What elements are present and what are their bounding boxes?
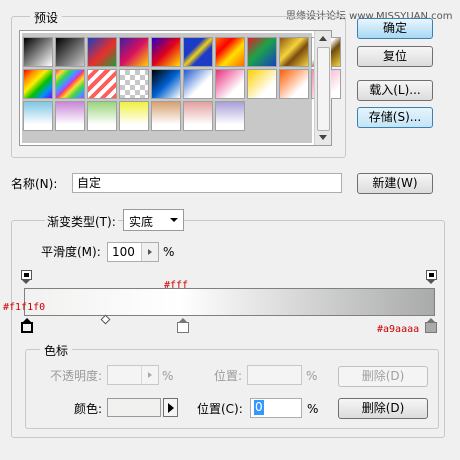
color-label: 颜色:	[74, 402, 103, 416]
preset-swatch[interactable]	[151, 37, 181, 67]
smoothness-value: 100	[112, 245, 135, 259]
gradient-type-value: 实底	[129, 215, 154, 229]
opacity-position-label: 位置:	[214, 369, 243, 383]
ok-button[interactable]: 确定	[357, 18, 433, 39]
preset-swatch[interactable]	[279, 69, 309, 99]
chevron-down-icon	[170, 218, 178, 222]
position-label: 位置(C):	[197, 402, 243, 416]
smoothness-input[interactable]: 100	[107, 242, 159, 262]
preset-swatch[interactable]	[23, 69, 53, 99]
smoothness-unit: %	[163, 245, 175, 259]
color-stop-right[interactable]	[425, 318, 437, 333]
preset-swatch[interactable]	[55, 69, 85, 99]
position-value: 0	[254, 400, 264, 415]
preset-swatch[interactable]	[55, 37, 85, 67]
preset-swatch[interactable]	[87, 69, 117, 99]
presets-label: 预设	[30, 9, 63, 26]
preset-swatch[interactable]	[215, 69, 245, 99]
preset-swatch[interactable]	[119, 101, 149, 131]
save-button[interactable]: 存储(S)...	[357, 107, 433, 128]
opacity-arrow-icon	[141, 366, 158, 384]
preset-swatch[interactable]	[183, 101, 213, 131]
presets-list	[19, 30, 341, 146]
preset-swatch[interactable]	[247, 69, 277, 99]
preset-swatch[interactable]	[151, 69, 181, 99]
opacity-label: 不透明度:	[50, 369, 103, 383]
opacity-input	[107, 365, 159, 385]
new-button[interactable]: 新建(W)	[357, 173, 433, 194]
color-swatch[interactable]	[107, 398, 161, 417]
preset-swatch[interactable]	[183, 37, 213, 67]
opacity-stop-right[interactable]	[426, 270, 437, 284]
position-unit: %	[307, 402, 319, 416]
right-color-annotation: #a9aaaa	[377, 324, 420, 335]
smoothness-arrow-icon[interactable]	[141, 243, 158, 261]
preset-swatch[interactable]	[247, 37, 277, 67]
load-button[interactable]: 载入(L)...	[357, 80, 433, 101]
color-delete-button[interactable]: 删除(D)	[338, 398, 428, 419]
presets-scrollbar[interactable]	[314, 31, 331, 145]
preset-swatch[interactable]	[279, 37, 309, 67]
color-picker-arrow-icon[interactable]	[163, 398, 178, 417]
color-stop-left[interactable]	[21, 318, 33, 333]
preset-swatch[interactable]	[183, 69, 213, 99]
gradient-type-label: 渐变类型(T):	[45, 215, 118, 229]
preset-swatch[interactable]	[23, 101, 53, 131]
smoothness-label: 平滑度(M):	[41, 245, 101, 259]
name-input[interactable]: 自定	[72, 173, 342, 193]
preset-swatch[interactable]	[215, 37, 245, 67]
reset-button[interactable]: 复位	[357, 46, 433, 67]
name-label: 名称(N):	[11, 177, 58, 191]
opacity-delete-button: 删除(D)	[338, 366, 428, 387]
preset-swatch[interactable]	[55, 101, 85, 131]
preset-swatch[interactable]	[119, 37, 149, 67]
preset-swatch[interactable]	[151, 101, 181, 131]
stops-label: 色标	[40, 342, 73, 359]
preset-swatch[interactable]	[119, 69, 149, 99]
opacity-position-input	[247, 365, 302, 385]
preset-swatch[interactable]	[215, 101, 245, 131]
scroll-up-icon[interactable]	[319, 36, 327, 41]
scroll-down-icon[interactable]	[319, 135, 327, 140]
scroll-thumb[interactable]	[317, 47, 330, 131]
opacity-position-unit: %	[306, 369, 318, 383]
position-input[interactable]: 0	[250, 398, 302, 418]
opacity-unit: %	[162, 369, 174, 383]
swatch-grid	[22, 33, 341, 143]
gradient-bar[interactable]	[24, 288, 435, 316]
gradient-type-select[interactable]: 实底	[123, 209, 184, 231]
left-color-annotation: #f1f1f0	[3, 302, 46, 313]
preset-swatch[interactable]	[87, 101, 117, 131]
opacity-stop-left[interactable]	[21, 270, 32, 284]
color-stop-mid[interactable]	[177, 318, 189, 333]
preset-swatch[interactable]	[23, 37, 53, 67]
preset-swatch[interactable]	[87, 37, 117, 67]
